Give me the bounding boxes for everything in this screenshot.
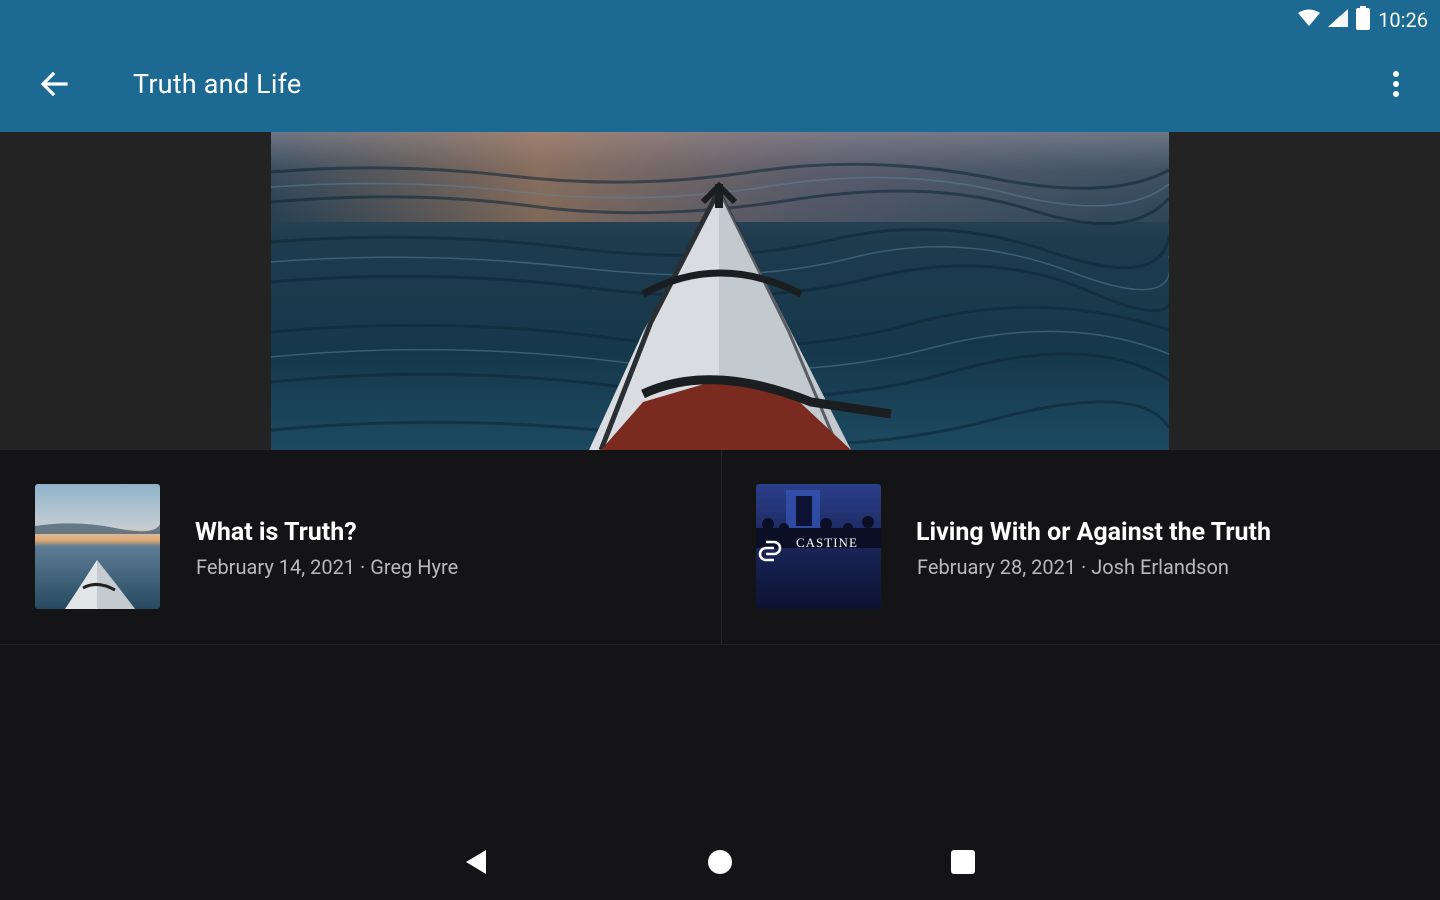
app-bar: Truth and Life bbox=[0, 40, 1440, 132]
sermon-meta: February 14, 2021 · Greg Hyre bbox=[196, 555, 459, 579]
list-item[interactable]: What is Truth? February 14, 2021 · Greg … bbox=[0, 450, 720, 644]
status-icons: 10:26 bbox=[1298, 6, 1428, 34]
nav-recents-button[interactable] bbox=[937, 838, 989, 890]
list-item[interactable]: CASTINE Living With or Against the Truth… bbox=[721, 450, 1440, 644]
wifi-icon bbox=[1298, 9, 1321, 31]
hero-banner bbox=[0, 132, 1440, 450]
arrow-back-icon bbox=[40, 71, 68, 101]
back-triangle-icon bbox=[464, 848, 488, 880]
signal-icon bbox=[1328, 9, 1349, 31]
sermon-title: Living With or Against the Truth bbox=[916, 518, 1271, 547]
nav-home-button[interactable] bbox=[694, 838, 746, 890]
back-button[interactable] bbox=[30, 62, 78, 110]
status-time: 10:26 bbox=[1378, 8, 1428, 32]
recents-square-icon bbox=[950, 849, 976, 879]
thumbnail-logo-text: CASTINE bbox=[796, 535, 858, 550]
castine-church-thumbnail: CASTINE bbox=[756, 484, 881, 609]
nav-back-button[interactable] bbox=[450, 838, 502, 890]
overflow-menu-button[interactable] bbox=[1372, 62, 1420, 110]
sermon-list: What is Truth? February 14, 2021 · Greg … bbox=[0, 450, 1440, 645]
battery-icon bbox=[1356, 6, 1371, 34]
kayak-thumbnail bbox=[35, 484, 160, 609]
sermon-meta: February 28, 2021 · Josh Erlandson bbox=[917, 555, 1229, 579]
more-vert-icon bbox=[1392, 70, 1400, 102]
hero-image bbox=[271, 132, 1169, 450]
status-bar: 10:26 bbox=[0, 0, 1440, 40]
sermon-title: What is Truth? bbox=[195, 518, 357, 547]
page-title: Truth and Life bbox=[133, 68, 302, 100]
home-circle-icon bbox=[707, 849, 733, 879]
system-nav-bar bbox=[0, 828, 1440, 900]
